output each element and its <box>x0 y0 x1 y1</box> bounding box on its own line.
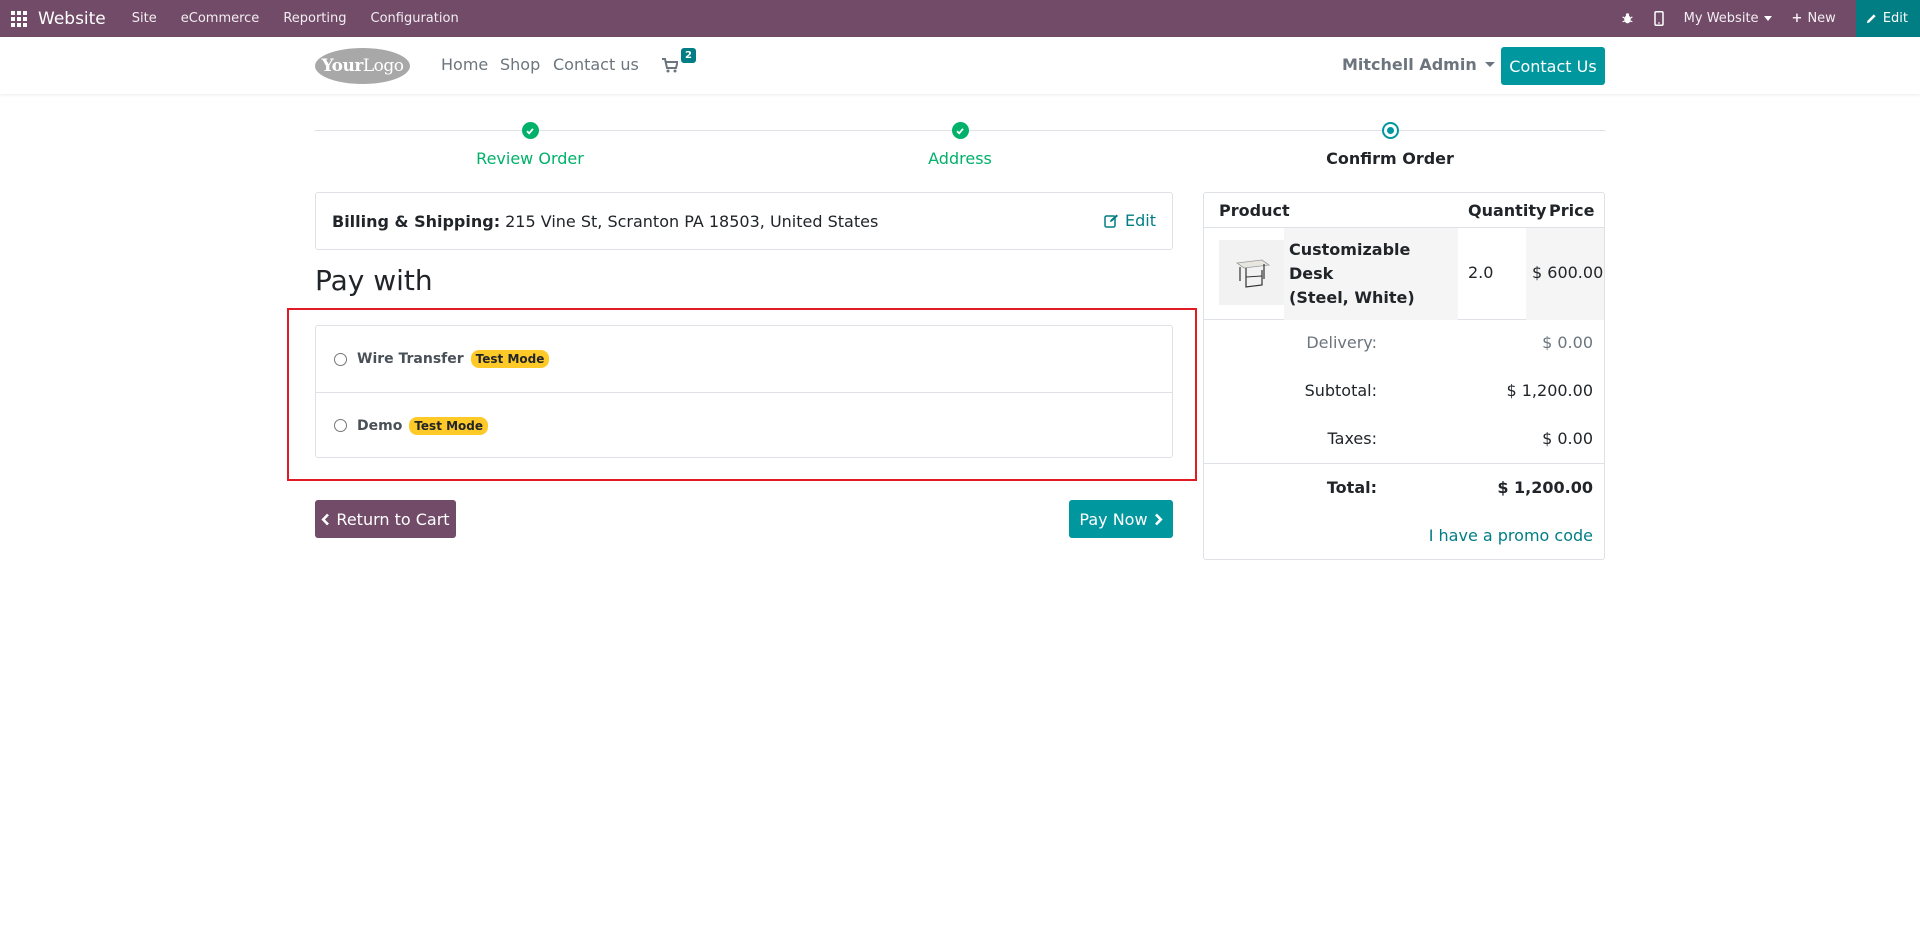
cart-count-badge: 2 <box>681 48 696 63</box>
summary-header: Product Quantity Price <box>1204 193 1604 228</box>
product-name[interactable]: Customizable Desk (Steel, White) <box>1284 228 1458 320</box>
payment-option-wire-transfer[interactable]: Wire Transfer Test Mode <box>316 326 1172 392</box>
payment-methods-list: Wire Transfer Test Mode Demo Test Mode <box>315 325 1173 458</box>
new-label: New <box>1807 11 1836 26</box>
menu-ecommerce[interactable]: eCommerce <box>181 11 260 26</box>
billing-label: Billing & Shipping: <box>332 211 501 231</box>
chevron-left-icon <box>321 513 330 525</box>
apps-menu-icon[interactable] <box>0 0 38 37</box>
return-to-cart-button[interactable]: Return to Cart <box>315 500 456 538</box>
website-selector[interactable]: My Website <box>1684 11 1772 26</box>
test-mode-badge: Test Mode <box>409 416 489 435</box>
subtotal-label: Subtotal: <box>1304 381 1377 400</box>
radio-button[interactable] <box>334 419 347 432</box>
total-label: Total: <box>1326 478 1377 497</box>
test-mode-badge: Test Mode <box>470 350 550 368</box>
taxes-label: Taxes: <box>1327 429 1377 448</box>
edit-address-link[interactable]: Edit <box>1104 211 1156 230</box>
current-step-icon <box>1381 122 1399 139</box>
product-name-line2: (Steel, White) <box>1289 288 1415 307</box>
pay-with-title: Pay with <box>315 264 433 297</box>
chevron-right-icon <box>1154 513 1163 525</box>
col-product: Product <box>1219 201 1290 220</box>
chevron-down-icon <box>1763 16 1772 21</box>
edit-icon <box>1104 214 1119 228</box>
wizard-step-address[interactable]: Address <box>860 122 1060 168</box>
wizard-step-confirm-order: Confirm Order <box>1290 122 1490 168</box>
nav-shop[interactable]: Shop <box>500 55 540 74</box>
check-icon <box>521 122 539 139</box>
billing-address: 215 Vine St, Scranton PA 18503, United S… <box>505 211 879 231</box>
delivery-label: Delivery: <box>1306 333 1377 352</box>
wizard-step-review-order[interactable]: Review Order <box>430 122 630 168</box>
order-summary: Product Quantity Price Customizable Desk… <box>1203 192 1605 560</box>
menu-configuration[interactable]: Configuration <box>371 11 459 26</box>
wizard-step-label: Confirm Order <box>1326 149 1454 168</box>
radio-button[interactable] <box>334 352 347 366</box>
menu-site[interactable]: Site <box>132 11 157 26</box>
product-price: $ 600.00 <box>1532 263 1604 282</box>
admin-navbar: Website Site eCommerce Reporting Configu… <box>0 0 1920 37</box>
payment-method-name: Demo <box>357 417 403 434</box>
contact-us-button[interactable]: Contact Us <box>1501 47 1605 85</box>
payment-option-demo[interactable]: Demo Test Mode <box>316 392 1172 458</box>
chevron-down-icon <box>1484 62 1495 67</box>
user-menu[interactable]: Mitchell Admin <box>1342 55 1495 74</box>
app-brand[interactable]: Website <box>38 9 106 29</box>
pencil-icon <box>1866 14 1876 24</box>
site-logo[interactable]: Your Logo <box>315 48 410 84</box>
wizard-step-label: Address <box>928 149 992 168</box>
taxes-value: $ 0.00 <box>1542 429 1593 448</box>
logo-text-bold: Your <box>321 56 364 76</box>
edit-label: Edit <box>1125 211 1156 230</box>
col-quantity: Quantity <box>1468 201 1547 220</box>
wizard-step-label: Review Order <box>476 149 584 168</box>
pay-now-label: Pay Now <box>1079 509 1148 529</box>
totals-divider <box>1204 463 1604 464</box>
website-selector-label: My Website <box>1683 11 1759 26</box>
subtotal-value: $ 1,200.00 <box>1506 381 1593 400</box>
col-price: Price <box>1549 201 1595 220</box>
nav-home[interactable]: Home <box>441 55 488 74</box>
new-button[interactable]: + New <box>1792 11 1836 26</box>
return-label: Return to Cart <box>336 509 450 529</box>
edit-label: Edit <box>1882 11 1908 26</box>
debug-icon[interactable] <box>1621 12 1634 25</box>
user-name: Mitchell Admin <box>1342 55 1477 74</box>
payment-method-name: Wire Transfer <box>357 351 464 367</box>
summary-product-row: Customizable Desk (Steel, White) 2.0 $ 60… <box>1204 228 1604 320</box>
menu-reporting[interactable]: Reporting <box>283 11 346 26</box>
check-icon <box>951 122 969 139</box>
product-image <box>1219 240 1284 305</box>
mobile-preview-icon[interactable] <box>1653 11 1664 26</box>
edit-button[interactable]: Edit <box>1855 0 1920 37</box>
total-value: $ 1,200.00 <box>1497 478 1593 497</box>
plus-icon: + <box>1791 11 1803 26</box>
product-name-line1: Customizable Desk <box>1289 240 1411 283</box>
product-quantity: 2.0 <box>1468 263 1494 282</box>
billing-shipping-card: Billing & Shipping: 215 Vine St, Scranto… <box>315 192 1173 250</box>
logo-text-light: Logo <box>362 56 404 76</box>
promo-code-link[interactable]: I have a promo code <box>1429 526 1593 545</box>
shopping-cart-icon <box>662 58 678 73</box>
nav-contact[interactable]: Contact us <box>553 55 639 74</box>
delivery-value: $ 0.00 <box>1542 333 1593 352</box>
site-header: Your Logo Home Shop Contact us 2 Mitchell… <box>0 37 1920 94</box>
pay-now-button[interactable]: Pay Now <box>1069 500 1173 538</box>
